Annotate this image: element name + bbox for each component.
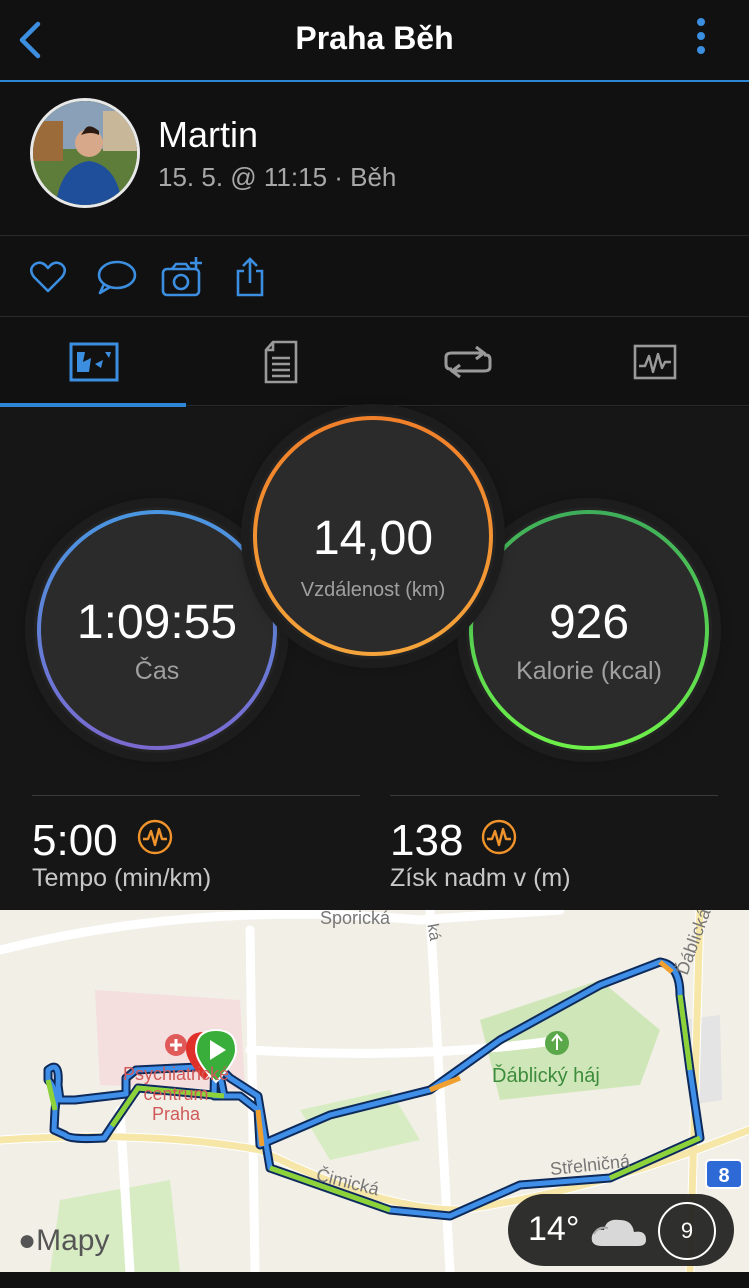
- forest-label: Ďáblický háj: [492, 1064, 600, 1087]
- hospital-label: Praha: [152, 1104, 201, 1124]
- action-bar: [0, 237, 749, 317]
- street-label: ká: [423, 922, 443, 942]
- road: [0, 910, 565, 955]
- menu-dot: [697, 32, 705, 40]
- hospital-label: Psychiatrické: [123, 1064, 229, 1084]
- elevation-chart-icon: [481, 819, 517, 855]
- elevation-label: Získ nadm v (m): [390, 864, 571, 892]
- route-map[interactable]: 8 Sporická ká Ďáblická Čimická Střelničn…: [0, 910, 749, 1272]
- road-badge-label: 8: [718, 1165, 729, 1187]
- pace-label: Tempo (min/km): [32, 864, 212, 892]
- bottom-bar: [0, 1272, 749, 1288]
- maps-attribution[interactable]: ●Mapy: [18, 1224, 109, 1258]
- distance-ring[interactable]: 14,00 Vzdálenost (km): [250, 413, 496, 659]
- pace-value: 5:00: [32, 816, 118, 865]
- distance-label: Vzdálenost (km): [300, 579, 446, 601]
- street-label: Sporická: [320, 910, 391, 928]
- menu-dot: [697, 46, 705, 54]
- apple-icon: ●: [18, 1224, 37, 1257]
- tab-charts[interactable]: [561, 318, 748, 406]
- hospital-label: centrum: [143, 1084, 208, 1104]
- tab-details[interactable]: [187, 318, 374, 406]
- page-title: Praha Běh: [295, 20, 454, 56]
- comment-icon: [97, 260, 137, 295]
- calories-ring[interactable]: 926 Kalorie (kcal): [466, 507, 712, 753]
- weather-temp: 14°: [528, 1210, 580, 1248]
- avatar[interactable]: [30, 98, 140, 208]
- elevation-value: 138: [390, 816, 464, 865]
- pace-metric[interactable]: 5:00 Tempo (min/km): [32, 795, 360, 892]
- calories-value: 926: [548, 596, 630, 649]
- tab-bar: [0, 318, 749, 407]
- time-value: 1:09:55: [76, 596, 238, 649]
- cloud-icon: [591, 1219, 646, 1246]
- activity-owner: Martin 15. 5. @ 11:15 · Běh: [0, 84, 749, 236]
- elevation-metric[interactable]: 138 Získ nadm v (m): [390, 795, 718, 892]
- tab-laps[interactable]: [374, 318, 561, 406]
- calories-label: Kalorie (kcal): [516, 657, 662, 685]
- wind-value: 9: [680, 1218, 694, 1243]
- add-photo-icon: [161, 257, 202, 297]
- street-label: Ďáblická: [672, 910, 715, 977]
- weather-badge[interactable]: 14° 9: [508, 1194, 734, 1266]
- like-button[interactable]: [26, 255, 70, 299]
- maps-attribution-label: Mapy: [36, 1224, 110, 1257]
- avatar-image: [33, 101, 137, 205]
- share-icon: [236, 257, 264, 297]
- share-button[interactable]: [228, 255, 272, 299]
- comment-button[interactable]: [94, 255, 138, 299]
- pace-chart-icon: [137, 819, 173, 855]
- laps-icon: [444, 345, 491, 379]
- add-photo-button[interactable]: [160, 255, 204, 299]
- top-bar: Praha Běh: [0, 0, 749, 82]
- details-icon: [264, 340, 297, 384]
- more-menu-button[interactable]: [693, 16, 709, 60]
- time-ring[interactable]: 1:09:55 Čas: [34, 507, 280, 753]
- distance-value: 14,00: [312, 512, 434, 565]
- overview-icon: [69, 342, 118, 382]
- tab-overview[interactable]: [0, 318, 187, 407]
- user-name[interactable]: Martin: [158, 114, 258, 156]
- heart-icon: [29, 261, 67, 293]
- activity-meta: 15. 5. @ 11:15 · Běh: [158, 162, 397, 192]
- stats-panel: 1:09:55 Čas 926 Kalorie (kcal) 14,00 Vzd: [0, 407, 749, 910]
- time-label: Čas: [134, 657, 180, 685]
- more-vertical-icon: [697, 18, 705, 26]
- charts-icon: [633, 344, 676, 380]
- wind-indicator: 9: [658, 1202, 716, 1260]
